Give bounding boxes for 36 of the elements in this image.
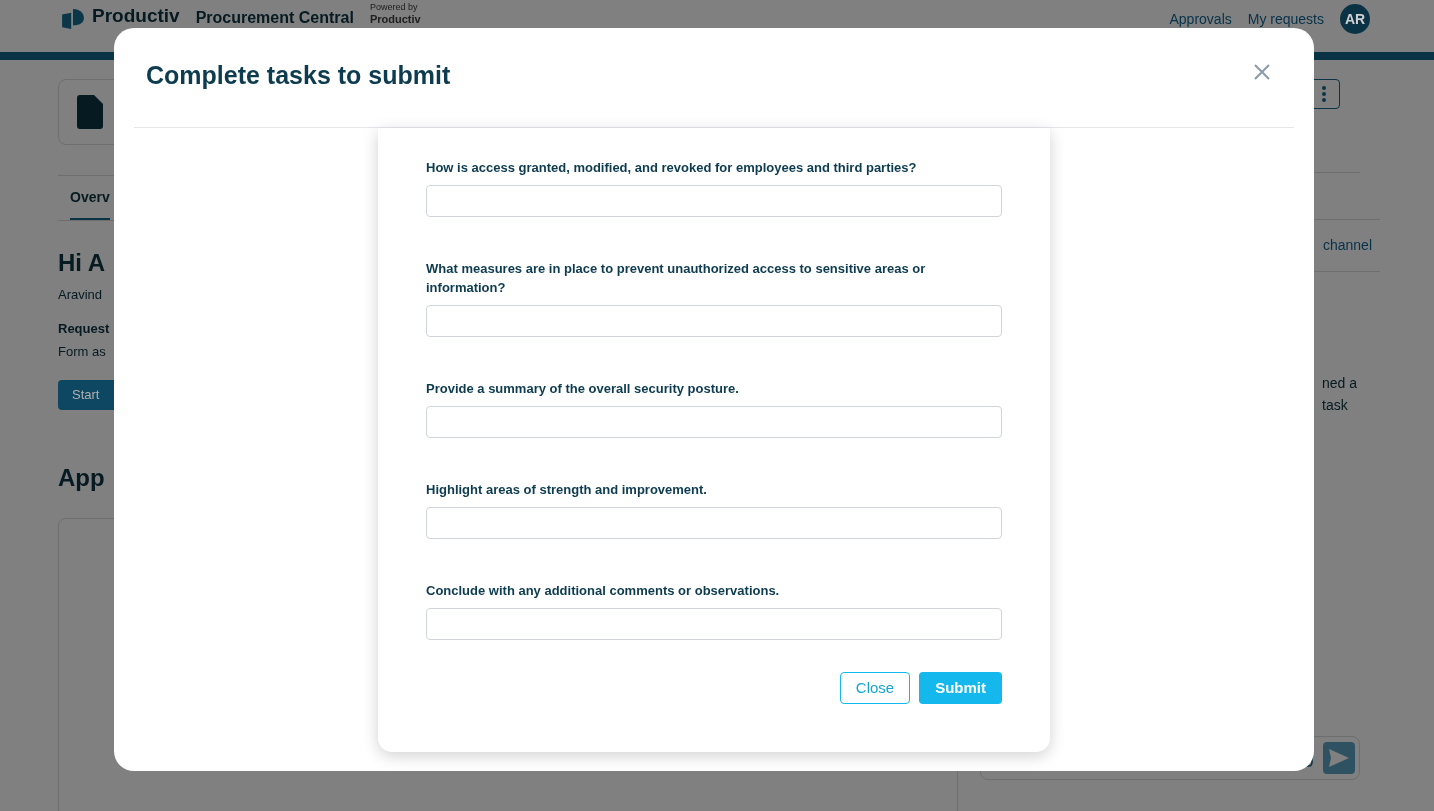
- start-button[interactable]: Start: [58, 379, 114, 410]
- question-label: Conclude with any additional comments or observations.: [426, 582, 781, 600]
- channel-link[interactable]: channel: [1322, 235, 1372, 256]
- message-text: ned a: [1322, 374, 1358, 393]
- nav-link[interactable]: Approvals: [1169, 10, 1232, 28]
- powered-brand: Productiv: [369, 13, 421, 26]
- subtitle-text: Aravind: [58, 286, 103, 304]
- request-label: Request: [58, 319, 110, 338]
- approvals-heading: App: [58, 462, 105, 493]
- document-icon: [77, 95, 103, 129]
- send-icon: [1329, 749, 1349, 767]
- submit-button[interactable]: Submit: [919, 672, 1002, 704]
- tab[interactable]: Overv: [70, 187, 110, 220]
- question-label: Provide a summary of the overall security posture.: [426, 380, 740, 398]
- user-avatar[interactable]: AR: [1340, 4, 1370, 34]
- close-icon[interactable]: [1254, 63, 1270, 80]
- greeting-heading: Hi A: [58, 248, 106, 278]
- question-label: Highlight areas of strength and improvement.: [426, 481, 708, 499]
- send-button[interactable]: [1323, 742, 1355, 774]
- close-button[interactable]: Close: [839, 672, 911, 704]
- brand-name: Productiv: [92, 5, 180, 27]
- answer-field[interactable]: [426, 185, 1002, 217]
- answer-field[interactable]: [426, 608, 1002, 640]
- modal-title: Complete tasks to submit: [146, 59, 451, 91]
- request-text: Form as: [58, 343, 106, 361]
- nav-link[interactable]: My requests: [1247, 10, 1324, 28]
- question-label: How is access granted, modified, and revoked for employees and third parties?: [426, 159, 918, 177]
- answer-field[interactable]: [426, 305, 1002, 337]
- message-text: task: [1322, 396, 1348, 415]
- answer-field[interactable]: [426, 406, 1002, 438]
- answer-field[interactable]: [426, 507, 1002, 539]
- powered-by-text: Powered by: [369, 2, 419, 13]
- question-label: What measures are in place to prevent unauthorized access to sensitive areas or information?: [426, 260, 927, 297]
- kebab-icon: [1322, 86, 1326, 102]
- logo-icon: [62, 9, 84, 29]
- app-title: Procurement Central: [195, 8, 354, 28]
